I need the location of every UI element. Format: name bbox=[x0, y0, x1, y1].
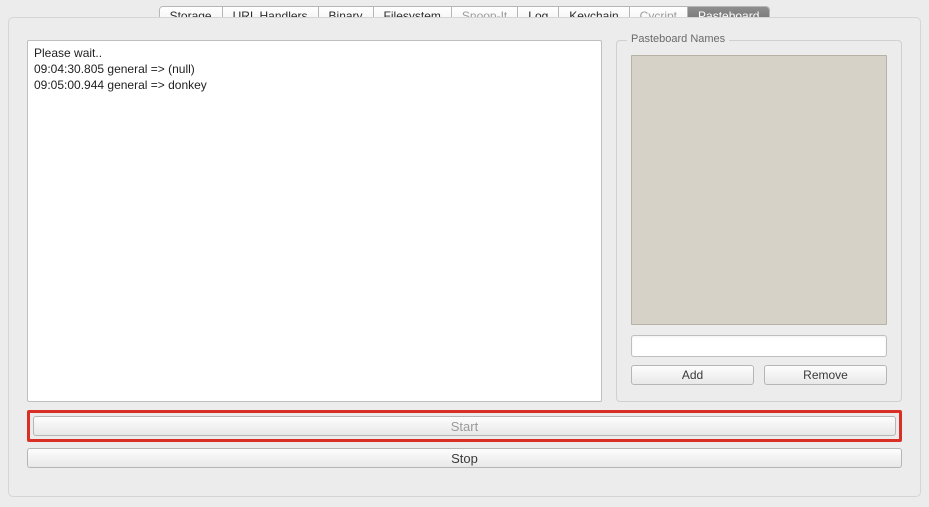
content-row: Please wait.. 09:04:30.805 general => (n… bbox=[27, 40, 902, 402]
main-panel: Please wait.. 09:04:30.805 general => (n… bbox=[8, 17, 921, 497]
pasteboard-names-list[interactable] bbox=[631, 55, 887, 325]
start-highlight: Start bbox=[27, 410, 902, 442]
log-output[interactable]: Please wait.. 09:04:30.805 general => (n… bbox=[27, 40, 602, 402]
stop-button[interactable]: Stop bbox=[27, 448, 902, 468]
start-button[interactable]: Start bbox=[33, 416, 896, 436]
pasteboard-name-input[interactable] bbox=[631, 335, 887, 357]
remove-button[interactable]: Remove bbox=[764, 365, 887, 385]
add-button[interactable]: Add bbox=[631, 365, 754, 385]
log-line: 09:05:00.944 general => donkey bbox=[34, 78, 207, 92]
app-window: Storage URL Handlers Binary Filesystem S… bbox=[0, 0, 929, 507]
bottom-buttons: Start Stop bbox=[27, 410, 902, 468]
pasteboard-names-group: Pasteboard Names Add Remove bbox=[616, 40, 902, 402]
log-line: 09:04:30.805 general => (null) bbox=[34, 62, 195, 76]
names-buttons-row: Add Remove bbox=[631, 365, 887, 385]
group-legend: Pasteboard Names bbox=[627, 33, 729, 45]
log-line: Please wait.. bbox=[34, 46, 102, 60]
